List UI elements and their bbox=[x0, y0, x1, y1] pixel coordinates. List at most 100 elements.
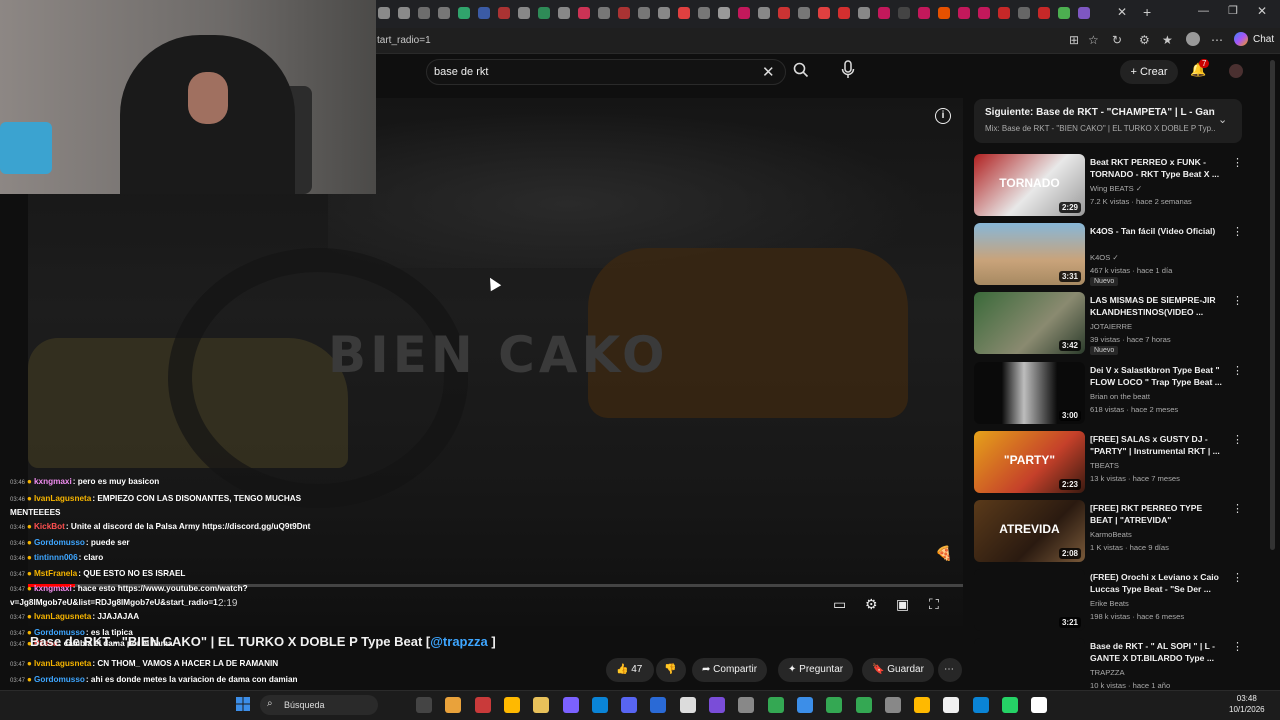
taskbar-app-icon[interactable] bbox=[679, 697, 696, 713]
channel-name[interactable]: Brian on the beatt bbox=[1090, 392, 1150, 401]
recommendation-item[interactable]: 3:21 (FREE) Orochi x Leviano x Caio Lucca… bbox=[974, 569, 1244, 635]
taskbar-app-icon[interactable] bbox=[884, 697, 901, 713]
recommendation-title[interactable]: LAS MISMAS DE SIEMPRE-JIR KLANDHESTINOS(… bbox=[1090, 294, 1224, 318]
browser-tab[interactable] bbox=[1038, 7, 1050, 19]
recommendation-title[interactable]: Dei V x Salastkbron Type Beat " FLOW LOC… bbox=[1090, 364, 1224, 388]
close-tab-icon[interactable]: ✕ bbox=[1117, 5, 1127, 19]
channel-name[interactable]: JOTAIERRE bbox=[1090, 322, 1132, 331]
page-scrollbar[interactable] bbox=[1270, 60, 1275, 550]
recommendation-thumbnail[interactable]: 3:00 bbox=[974, 362, 1085, 424]
recommendation-thumbnail[interactable]: TORNADO 2:29 bbox=[974, 154, 1085, 216]
channel-name[interactable]: TBEATS bbox=[1090, 461, 1119, 470]
recommendation-thumbnail[interactable]: 3:31 bbox=[974, 223, 1085, 285]
restore-icon[interactable]: ❐ bbox=[1228, 4, 1238, 17]
recommendation-title[interactable]: [FREE] RKT PERREO TYPE BEAT | "ATREVIDA"… bbox=[1090, 502, 1224, 527]
browser-tab[interactable] bbox=[838, 7, 850, 19]
chat-button[interactable]: Chat bbox=[1253, 34, 1274, 45]
browser-tab[interactable] bbox=[1078, 7, 1090, 19]
browser-tab[interactable] bbox=[718, 7, 730, 19]
favorites-icon[interactable]: ★ bbox=[1162, 33, 1173, 47]
browser-tab[interactable] bbox=[518, 7, 530, 19]
create-button[interactable]: + Crear bbox=[1120, 60, 1178, 84]
recommendation-title[interactable]: Base de RKT - " AL SOPI " | L - GANTE X … bbox=[1090, 640, 1224, 664]
taskbar-app-icon[interactable] bbox=[943, 697, 960, 713]
more-options-icon[interactable]: ⋮ bbox=[1232, 502, 1243, 515]
browser-tab[interactable] bbox=[598, 7, 610, 19]
save-button[interactable]: 🔖 Guardar bbox=[862, 658, 934, 682]
browser-tab[interactable] bbox=[878, 7, 890, 19]
extensions-icon[interactable]: ⚙ bbox=[1139, 33, 1150, 47]
browser-tab[interactable] bbox=[558, 7, 570, 19]
refresh-icon[interactable]: ↻ bbox=[1112, 33, 1122, 47]
recommendation-thumbnail[interactable]: 3:42 bbox=[974, 292, 1085, 354]
more-actions-button[interactable]: ⋯ bbox=[938, 658, 962, 682]
ask-button[interactable]: ✦ Preguntar bbox=[778, 658, 854, 682]
browser-tab[interactable] bbox=[458, 7, 470, 19]
browser-tab[interactable] bbox=[658, 7, 670, 19]
chat-username[interactable]: kxngmaxi bbox=[34, 584, 72, 593]
more-options-icon[interactable]: ⋮ bbox=[1232, 640, 1243, 653]
browser-tab[interactable] bbox=[778, 7, 790, 19]
settings-gear-icon[interactable]: ⚙ bbox=[865, 596, 878, 613]
chat-username[interactable]: Gordomusso bbox=[34, 675, 85, 684]
browser-tab[interactable] bbox=[378, 7, 390, 19]
browser-tab[interactable] bbox=[538, 7, 550, 19]
bookmark-star-icon[interactable]: ☆ bbox=[1088, 33, 1099, 47]
search-icon[interactable] bbox=[793, 62, 809, 81]
browser-tab[interactable] bbox=[438, 7, 450, 19]
search-input[interactable]: base de rkt bbox=[434, 66, 488, 78]
taskbar-app-icon[interactable] bbox=[826, 697, 843, 713]
copilot-icon[interactable] bbox=[1234, 32, 1248, 46]
taskbar-app-icon[interactable] bbox=[796, 697, 813, 713]
browser-tab[interactable] bbox=[698, 7, 710, 19]
more-options-icon[interactable]: ⋮ bbox=[1232, 433, 1243, 446]
channel-link[interactable]: @trapzza bbox=[430, 634, 487, 649]
browser-tab[interactable] bbox=[1018, 7, 1030, 19]
recommendation-item[interactable]: ATREVIDA 2:08 [FREE] RKT PERREO TYPE BEAT … bbox=[974, 500, 1244, 566]
taskbar-app-icon[interactable] bbox=[855, 697, 872, 713]
taskbar-app-icon[interactable] bbox=[474, 697, 491, 713]
more-menu-icon[interactable]: ⋯ bbox=[1211, 33, 1223, 47]
dislike-button[interactable]: 👎 bbox=[656, 658, 686, 682]
browser-tab[interactable] bbox=[618, 7, 630, 19]
taskbar-app-icon[interactable] bbox=[503, 697, 520, 713]
taskbar-app-icon[interactable] bbox=[562, 697, 579, 713]
browser-tab[interactable] bbox=[578, 7, 590, 19]
browser-tab[interactable] bbox=[798, 7, 810, 19]
taskbar-app-icon[interactable] bbox=[1031, 697, 1048, 713]
chat-username[interactable]: KickBot bbox=[34, 522, 65, 531]
browser-tab[interactable] bbox=[818, 7, 830, 19]
taskbar-app-icon[interactable] bbox=[445, 697, 462, 713]
chat-username[interactable]: MstFranela bbox=[34, 569, 77, 578]
taskbar-app-icon[interactable] bbox=[621, 697, 638, 713]
channel-name[interactable]: TRAPZZA bbox=[1090, 668, 1125, 677]
browser-tab[interactable] bbox=[678, 7, 690, 19]
chat-username[interactable]: IvanLagusneta bbox=[34, 659, 91, 668]
up-next-box[interactable] bbox=[974, 99, 1242, 143]
browser-tab[interactable] bbox=[918, 7, 930, 19]
more-options-icon[interactable]: ⋮ bbox=[1232, 571, 1243, 584]
subtitles-icon[interactable]: ▭ bbox=[833, 596, 846, 613]
taskbar-app-icon[interactable] bbox=[914, 697, 931, 713]
browser-tab[interactable] bbox=[898, 7, 910, 19]
recommendation-title[interactable]: (FREE) Orochi x Leviano x Caio Luccas Ty… bbox=[1090, 571, 1224, 595]
chat-username[interactable]: kxngmaxi bbox=[34, 477, 72, 486]
browser-tab[interactable] bbox=[498, 7, 510, 19]
taskbar-search[interactable]: Búsqueda bbox=[260, 695, 378, 715]
browser-tab[interactable] bbox=[978, 7, 990, 19]
recommendation-item[interactable]: 3:42 LAS MISMAS DE SIEMPRE-JIR KLANDHESTI… bbox=[974, 292, 1244, 358]
recommendation-item[interactable]: TORNADO 2:29 Beat RKT PERREO x FUNK - TORN… bbox=[974, 154, 1244, 220]
browser-tab[interactable] bbox=[958, 7, 970, 19]
up-next-title[interactable]: Siguiente: Base de RKT - "CHAMPETA" | L … bbox=[985, 107, 1215, 118]
browser-tab[interactable] bbox=[398, 7, 410, 19]
taskbar-app-icon[interactable] bbox=[650, 697, 667, 713]
chat-username[interactable]: IvanLagusneta bbox=[34, 494, 91, 503]
recommendation-title[interactable]: K4OS - Tan fácil (Video Oficial) bbox=[1090, 225, 1224, 237]
more-options-icon[interactable]: ⋮ bbox=[1232, 156, 1243, 169]
theater-mode-icon[interactable]: ▣ bbox=[896, 596, 909, 613]
share-button[interactable]: ➦ Compartir bbox=[692, 658, 768, 682]
install-app-icon[interactable]: ⊞ bbox=[1069, 33, 1079, 47]
chat-username[interactable]: IvanLagusneta bbox=[34, 612, 91, 621]
more-options-icon[interactable]: ⋮ bbox=[1232, 364, 1243, 377]
clear-search-icon[interactable]: ✕ bbox=[762, 63, 775, 81]
